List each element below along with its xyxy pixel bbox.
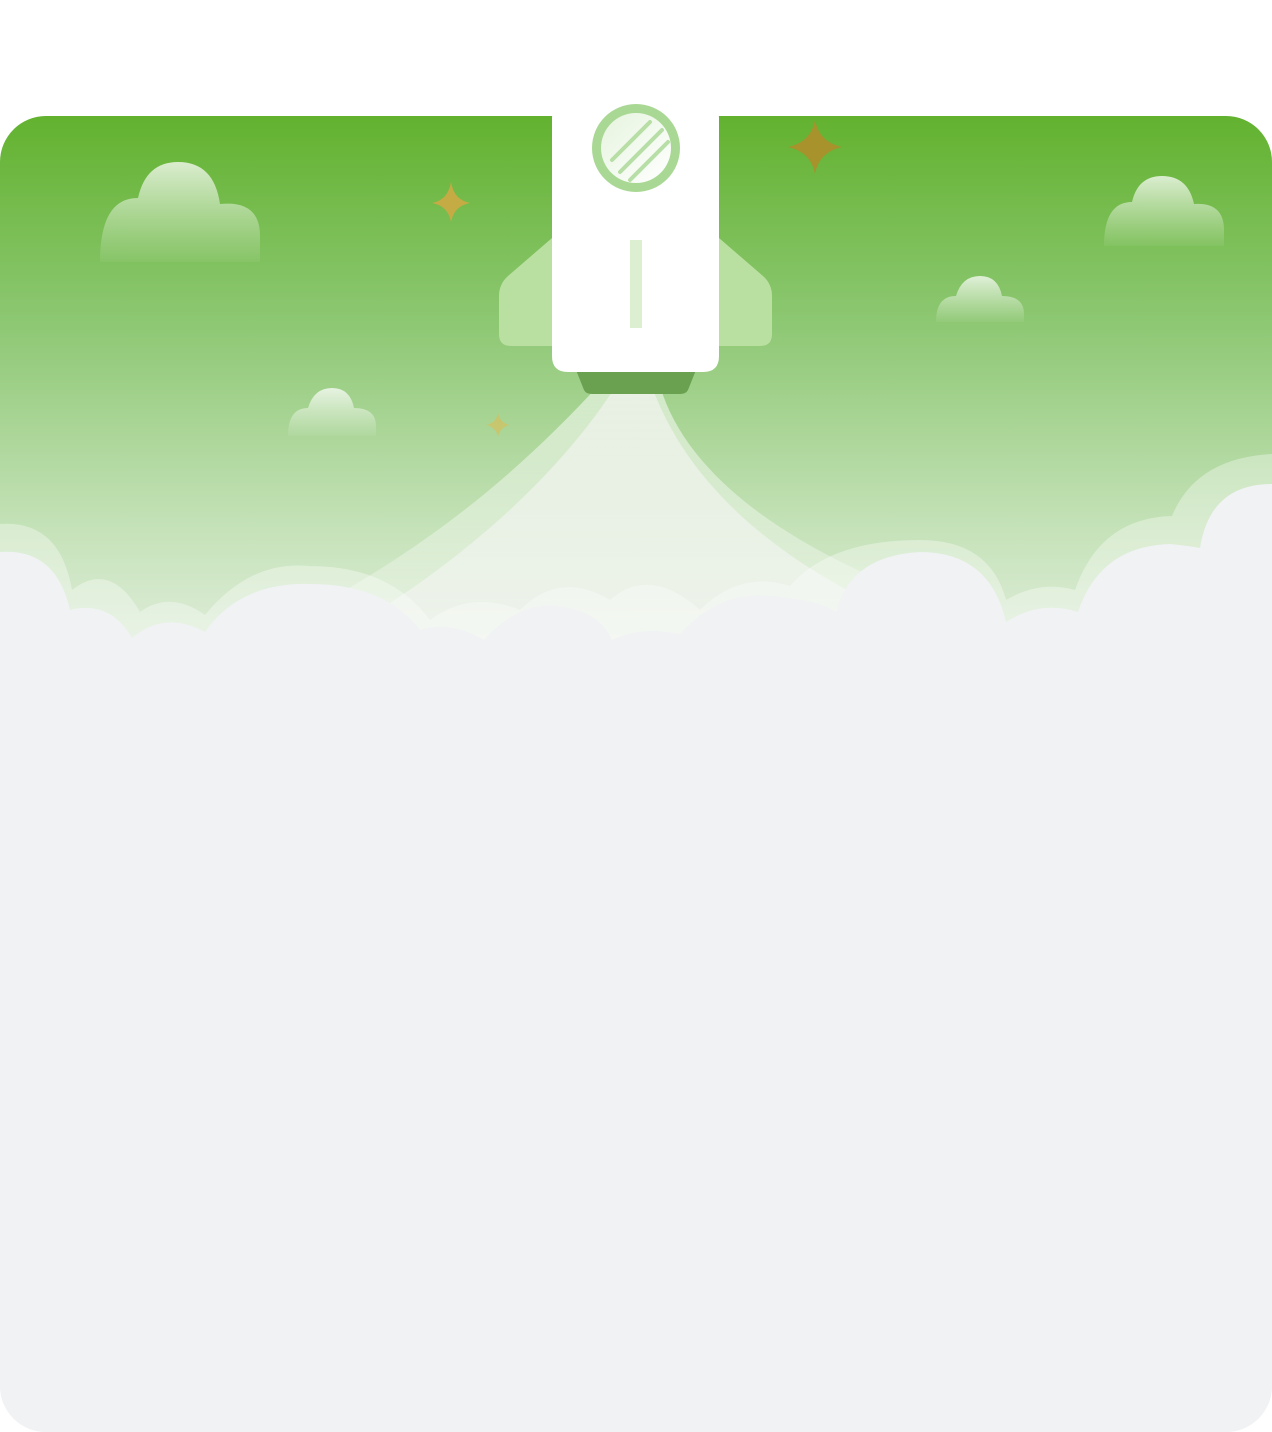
page	[0, 0, 1272, 1432]
rocket-launch-illustration	[0, 100, 1272, 1432]
rocket-stripe	[630, 240, 642, 328]
rocket-nozzle	[576, 370, 696, 394]
